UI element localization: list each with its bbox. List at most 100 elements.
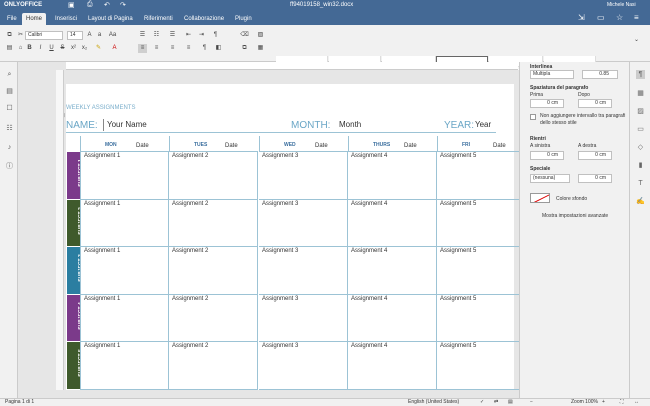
assignment-cell[interactable]: Assignment 5 xyxy=(437,200,519,247)
table-anchor-icon[interactable]: ⊞ xyxy=(64,112,65,119)
image-settings-icon[interactable]: ▨ xyxy=(636,107,645,116)
after-input[interactable]: 0 cm xyxy=(578,99,612,108)
tab-file[interactable]: File xyxy=(3,13,21,25)
view-icon[interactable]: ▤ xyxy=(508,399,513,406)
assignment-cell[interactable]: Assignment 1 xyxy=(80,199,169,247)
assignment-cell[interactable]: Assignment 2 xyxy=(169,152,258,200)
special-input[interactable]: 0 cm xyxy=(578,174,612,183)
assignment-cell[interactable]: Assignment 1 xyxy=(80,247,169,295)
text-art-icon[interactable]: T xyxy=(636,179,645,188)
search-icon[interactable]: ⌕ xyxy=(5,70,14,79)
tab-layout[interactable]: Layout di Pagina xyxy=(84,13,137,25)
assignment-cell[interactable]: Assignment 2 xyxy=(169,247,258,295)
date-field[interactable]: Date xyxy=(404,143,417,149)
align-left-icon[interactable]: ≡ xyxy=(138,44,147,53)
favorite-icon[interactable]: ☆ xyxy=(616,13,623,22)
paragraph-marks-icon[interactable]: ¶ xyxy=(211,31,220,40)
assignment-cell[interactable]: Assignment 2 xyxy=(169,342,258,390)
line-spacing-icon[interactable]: ¶ xyxy=(200,44,209,53)
tab-plugin[interactable]: Plugin xyxy=(231,13,256,25)
advanced-settings-link[interactable]: Mostra impostazioni avanzate xyxy=(542,213,608,219)
redo-icon[interactable]: ↷ xyxy=(120,1,126,9)
month-field[interactable]: Month xyxy=(336,119,436,131)
decrease-indent-icon[interactable]: ⇤ xyxy=(184,31,193,40)
spellcheck-status-icon[interactable]: ✓ xyxy=(480,399,484,406)
line-mode-select[interactable]: Multipla xyxy=(530,70,574,79)
assignment-cell[interactable]: Assignment 3 xyxy=(259,152,348,200)
chevron-down-icon[interactable]: ⌄ xyxy=(632,36,641,45)
info-icon[interactable]: ⓘ xyxy=(5,162,14,171)
save-icon[interactable]: ▣ xyxy=(68,1,75,9)
date-field[interactable]: Date xyxy=(225,143,238,149)
menu-icon[interactable]: ≡ xyxy=(634,13,639,22)
fit-width-icon[interactable]: ↔ xyxy=(634,399,639,406)
assignment-cell[interactable]: Assignment 3 xyxy=(259,294,348,342)
right-indent-input[interactable]: 0 cm xyxy=(578,151,612,160)
clear-style-icon[interactable]: ⌫ xyxy=(240,31,249,40)
tab-collaboration[interactable]: Collaborazione xyxy=(180,13,228,25)
assignment-cell[interactable]: Assignment 5 xyxy=(437,152,519,200)
assignment-cell[interactable]: Assignment 1 xyxy=(80,342,169,390)
shading-icon[interactable]: ◧ xyxy=(214,44,223,53)
increase-indent-icon[interactable]: ⇥ xyxy=(197,31,206,40)
tab-insert[interactable]: Inserisci xyxy=(51,13,81,25)
assignment-cell[interactable]: Assignment 4 xyxy=(348,247,437,295)
assignment-cell[interactable]: Assignment 4 xyxy=(348,152,437,200)
assignment-cell[interactable]: Assignment 4 xyxy=(348,294,437,342)
bullets-icon[interactable]: ☰ xyxy=(138,31,147,40)
shape-icon[interactable]: ◇ xyxy=(636,143,645,152)
language-select[interactable]: English (United States) xyxy=(408,399,459,406)
signature-icon[interactable]: ✍ xyxy=(636,197,645,206)
highlight-icon[interactable]: ✎ xyxy=(94,44,103,53)
spellcheck-icon[interactable]: ♪ xyxy=(5,143,14,152)
special-select[interactable]: (nessuna) xyxy=(530,174,570,183)
assignment-cell[interactable]: Assignment 2 xyxy=(169,199,258,247)
table-settings-icon[interactable]: ▦ xyxy=(636,89,645,98)
font-family-select[interactable]: Calibri xyxy=(25,31,63,40)
paragraph-icon[interactable]: ¶ xyxy=(636,70,645,79)
left-indent-input[interactable]: 0 cm xyxy=(530,151,564,160)
undo-icon[interactable]: ↶ xyxy=(104,1,110,9)
document-canvas[interactable]: WEEKLY ASSIGNMENTS ⊞ NAME: Your Name MON… xyxy=(64,70,519,390)
horizontal-ruler[interactable] xyxy=(66,62,518,70)
line-value-input[interactable]: 0.85 xyxy=(582,70,618,79)
format-painter-icon[interactable]: ⌂ xyxy=(16,44,25,53)
numbering-icon[interactable]: ☷ xyxy=(152,31,161,40)
tab-references[interactable]: Riferimenti xyxy=(140,13,177,25)
image-icon[interactable]: ▨ xyxy=(256,31,265,40)
zoom-out-icon[interactable]: − xyxy=(530,399,533,406)
no-spacing-checkbox[interactable] xyxy=(530,114,536,120)
font-size-select[interactable]: 14 xyxy=(67,31,83,40)
paste-icon[interactable]: ▤ xyxy=(5,44,14,53)
before-input[interactable]: 0 cm xyxy=(530,99,564,108)
fit-page-icon[interactable]: ⛶ xyxy=(620,399,624,406)
assignment-cell[interactable]: Assignment 1 xyxy=(80,294,169,342)
font-color-icon[interactable]: A xyxy=(110,44,119,53)
assignment-cell[interactable]: Assignment 5 xyxy=(437,342,519,390)
navigation-icon[interactable]: ☷ xyxy=(5,124,14,133)
date-field[interactable]: Date xyxy=(493,143,506,149)
open-location-icon[interactable]: ⇲ xyxy=(578,13,585,22)
decrease-font-icon[interactable]: a xyxy=(95,31,104,40)
underline-icon[interactable]: U xyxy=(47,44,56,53)
print-icon[interactable]: ⎙ xyxy=(87,1,93,9)
subscript-icon[interactable]: x₂ xyxy=(80,44,89,53)
copy-style-icon[interactable]: ⧉ xyxy=(240,44,249,53)
copy-icon[interactable]: ⧉ xyxy=(5,31,14,40)
justify-icon[interactable]: ≡ xyxy=(184,44,193,53)
assignment-cell[interactable]: Assignment 4 xyxy=(348,199,437,247)
year-field[interactable]: Year xyxy=(472,119,498,131)
date-field[interactable]: Date xyxy=(136,143,149,149)
bold-icon[interactable]: B xyxy=(25,44,34,53)
chat-icon[interactable]: ☐ xyxy=(5,104,14,113)
align-right-icon[interactable]: ≡ xyxy=(168,44,177,53)
chart-icon[interactable]: ▮ xyxy=(636,161,645,170)
assignment-cell[interactable]: Assignment 3 xyxy=(259,247,348,295)
assignment-cell[interactable]: Assignment 2 xyxy=(169,294,258,342)
header-footer-icon[interactable]: ▭ xyxy=(636,125,645,134)
bg-color-swatch[interactable] xyxy=(530,193,550,203)
change-case-icon[interactable]: Aa xyxy=(108,31,117,40)
assignment-cell[interactable]: Assignment 4 xyxy=(348,342,437,390)
date-field[interactable]: Date xyxy=(315,143,328,149)
multilevel-icon[interactable]: ☰ xyxy=(168,31,177,40)
